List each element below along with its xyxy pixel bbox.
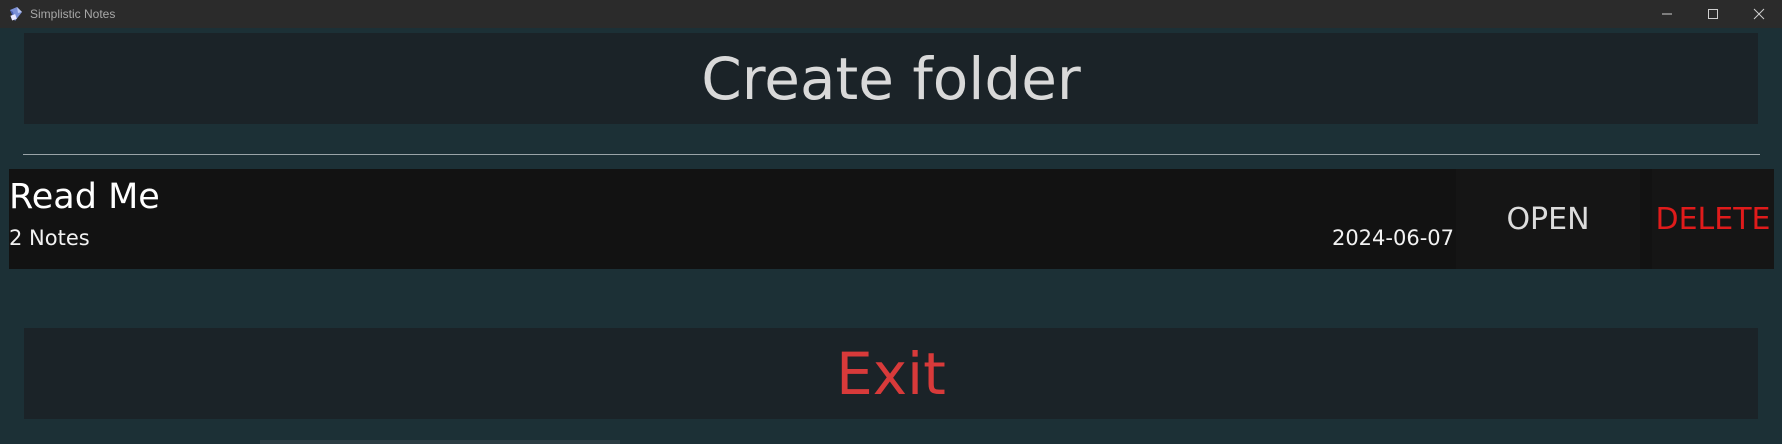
minimize-icon (1661, 5, 1673, 24)
title-bar: Simplistic Notes (0, 0, 1782, 28)
exit-button[interactable]: Exit (24, 328, 1758, 419)
create-folder-button[interactable]: Create folder (24, 33, 1758, 124)
maximize-button[interactable] (1690, 0, 1736, 28)
close-icon (1753, 5, 1765, 24)
folder-row[interactable]: Read Me 2 Notes 2024-06-07 OPEN DELETE (9, 169, 1774, 269)
maximize-icon (1707, 5, 1719, 24)
delete-button-label: DELETE (1655, 201, 1771, 237)
create-folder-label: Create folder (701, 44, 1081, 113)
bottom-scroll-area (0, 437, 1782, 444)
window-title: Simplistic Notes (30, 7, 116, 21)
exit-label: Exit (836, 339, 946, 408)
open-folder-button[interactable]: OPEN (1456, 169, 1640, 269)
scrollbar-track[interactable] (260, 440, 620, 444)
divider (23, 154, 1760, 155)
folder-name: Read Me (9, 177, 160, 217)
folder-date: 2024-06-07 (1331, 226, 1454, 250)
close-button[interactable] (1736, 0, 1782, 28)
folder-note-count: 2 Notes (9, 226, 90, 250)
delete-folder-button[interactable]: DELETE (1652, 169, 1774, 269)
app-logo-icon (8, 6, 24, 22)
open-button-label: OPEN (1506, 201, 1590, 237)
minimize-button[interactable] (1644, 0, 1690, 28)
window-controls (1644, 0, 1782, 28)
